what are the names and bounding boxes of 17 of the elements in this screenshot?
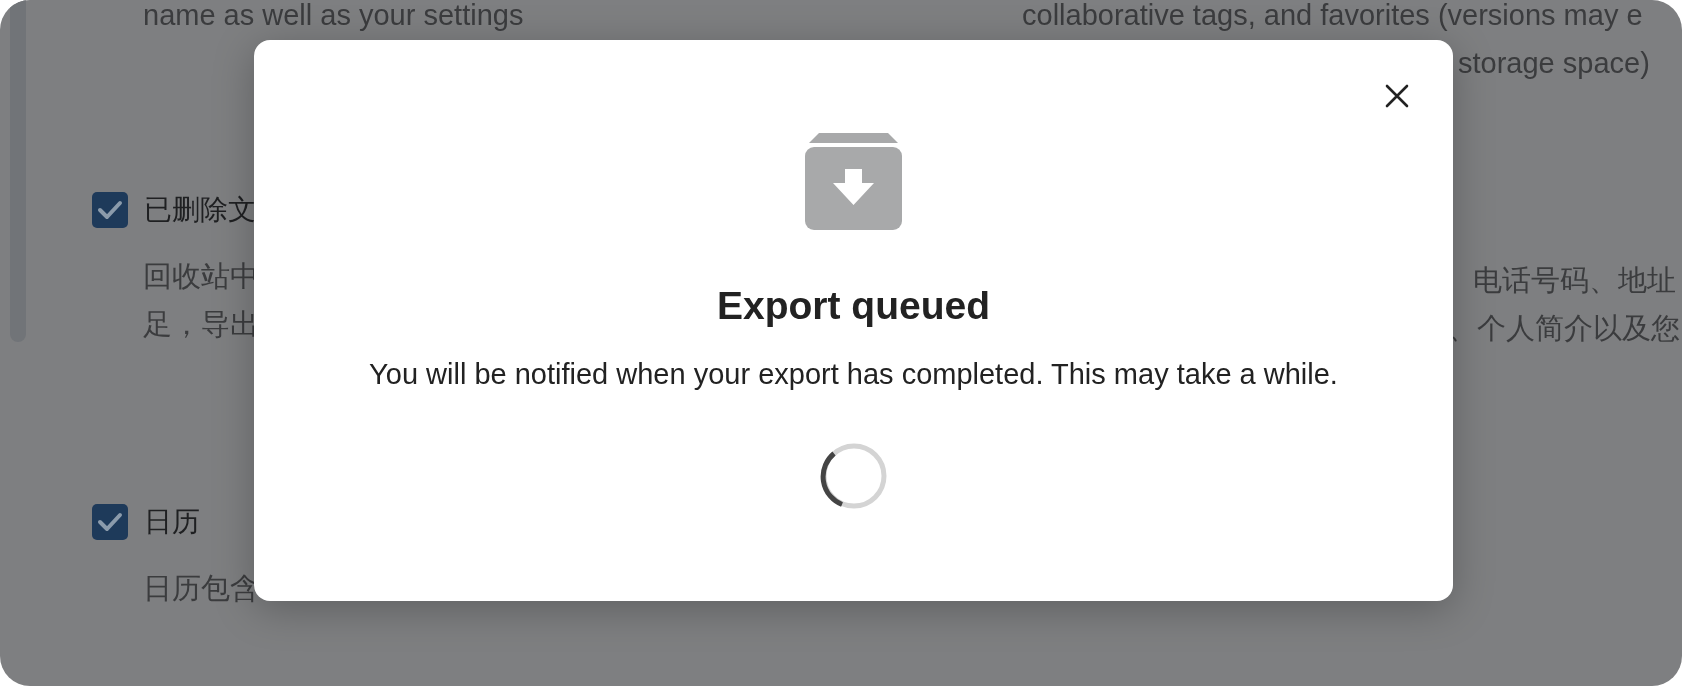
description-text: 日历包含 bbox=[143, 571, 259, 606]
checkbox[interactable] bbox=[92, 192, 128, 228]
description-text: collaborative tags, and favorites (versions may e bbox=[1022, 0, 1643, 33]
checkmark-icon bbox=[97, 512, 123, 532]
loading-spinner-icon bbox=[819, 442, 888, 510]
scrollbar[interactable] bbox=[10, 0, 26, 342]
archive-download-icon bbox=[805, 133, 902, 230]
checkbox-label: 日历 bbox=[144, 505, 200, 539]
checkbox[interactable] bbox=[92, 504, 128, 540]
dialog-message: You will be notified when your export has completed. This may take a while. bbox=[369, 358, 1338, 390]
description-text: name as well as your settings bbox=[143, 0, 524, 33]
description-text: 电话号码、地址 bbox=[1473, 263, 1676, 298]
checkmark-icon bbox=[97, 200, 123, 220]
description-text: storage space) bbox=[1458, 46, 1650, 81]
checkbox-label: 已删除文 bbox=[144, 193, 256, 227]
description-text: 足，导出 bbox=[143, 307, 259, 342]
dialog-title: Export queued bbox=[717, 283, 990, 329]
